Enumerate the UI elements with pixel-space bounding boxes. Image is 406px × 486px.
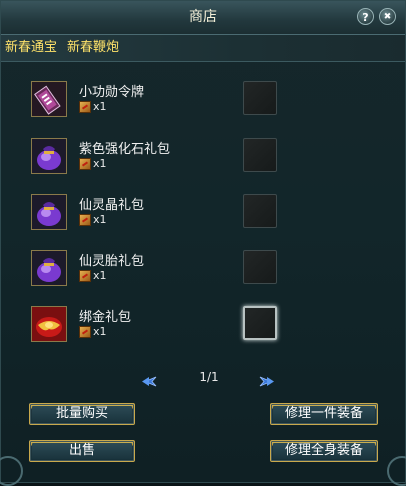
item-name: 仙灵胎礼包 (79, 254, 145, 269)
repair-one-label: 修理一件装备 (284, 406, 363, 421)
quantity-icon (79, 101, 91, 113)
sell-label: 出售 (68, 443, 95, 458)
item-quantity: x1 (93, 100, 107, 113)
bulk-buy-button[interactable]: 批量购买 (29, 403, 135, 425)
item-name: 小功勋令牌 (79, 85, 145, 100)
item-quantity: x1 (93, 269, 107, 282)
quantity-icon (79, 270, 91, 282)
item-slot[interactable] (243, 194, 277, 228)
repair-one-button[interactable]: 修理一件装备 (270, 403, 378, 425)
chevron-left-icon (142, 376, 157, 387)
item-name: 仙灵晶礼包 (79, 198, 145, 213)
corner-ornament (387, 456, 406, 486)
list-item[interactable]: 绑金礼包 x1 (31, 306, 277, 350)
next-page-button[interactable] (259, 372, 275, 387)
list-item[interactable]: 紫色强化石礼包 x1 (31, 138, 277, 182)
tab-strip: 新春通宝 新春鞭炮 (1, 35, 405, 62)
purple-bag-icon[interactable] (31, 250, 67, 286)
item-slot[interactable] (243, 81, 277, 115)
token-scroll-icon[interactable] (31, 81, 67, 117)
item-name: 绑金礼包 (79, 310, 132, 325)
purple-bag-icon[interactable] (31, 194, 67, 230)
item-quantity: x1 (93, 213, 107, 226)
list-item[interactable]: 小功勋令牌 x1 (31, 81, 277, 125)
title-bar[interactable]: 商店 ? ✖ (1, 1, 405, 35)
red-gold-bag-icon[interactable] (31, 306, 67, 342)
item-slot-selected[interactable] (243, 306, 277, 340)
chevron-right-icon (259, 376, 274, 387)
help-icon: ? (362, 11, 369, 24)
item-slot[interactable] (243, 138, 277, 172)
sell-button[interactable]: 出售 (29, 440, 135, 462)
item-quantity: x1 (93, 325, 107, 338)
close-button[interactable]: ✖ (379, 8, 396, 25)
quantity-icon (79, 326, 91, 338)
item-name: 紫色强化石礼包 (79, 142, 171, 157)
shop-window: 商店 ? ✖ 新春通宝 新春鞭炮 小功勋令牌 x1 紫色强化石礼包 x1 仙灵晶… (0, 0, 406, 486)
tab-new-year-coin[interactable]: 新春通宝 (5, 35, 57, 61)
quantity-icon (79, 214, 91, 226)
list-item[interactable]: 仙灵晶礼包 x1 (31, 194, 277, 238)
page-indicator: 1/1 (199, 370, 219, 384)
prev-page-button[interactable] (141, 372, 157, 387)
quantity-icon (79, 158, 91, 170)
corner-ornament (0, 456, 23, 486)
purple-bag-icon[interactable] (31, 138, 67, 174)
repair-all-button[interactable]: 修理全身装备 (270, 440, 378, 462)
repair-all-label: 修理全身装备 (284, 443, 363, 458)
bulk-buy-label: 批量购买 (55, 406, 108, 421)
item-slot[interactable] (243, 250, 277, 284)
list-item[interactable]: 仙灵胎礼包 x1 (31, 250, 277, 294)
tab-new-year-firecracker[interactable]: 新春鞭炮 (67, 35, 119, 61)
window-title: 商店 (189, 9, 217, 25)
close-icon: ✖ (383, 12, 392, 22)
help-button[interactable]: ? (357, 8, 374, 25)
item-quantity: x1 (93, 157, 107, 170)
